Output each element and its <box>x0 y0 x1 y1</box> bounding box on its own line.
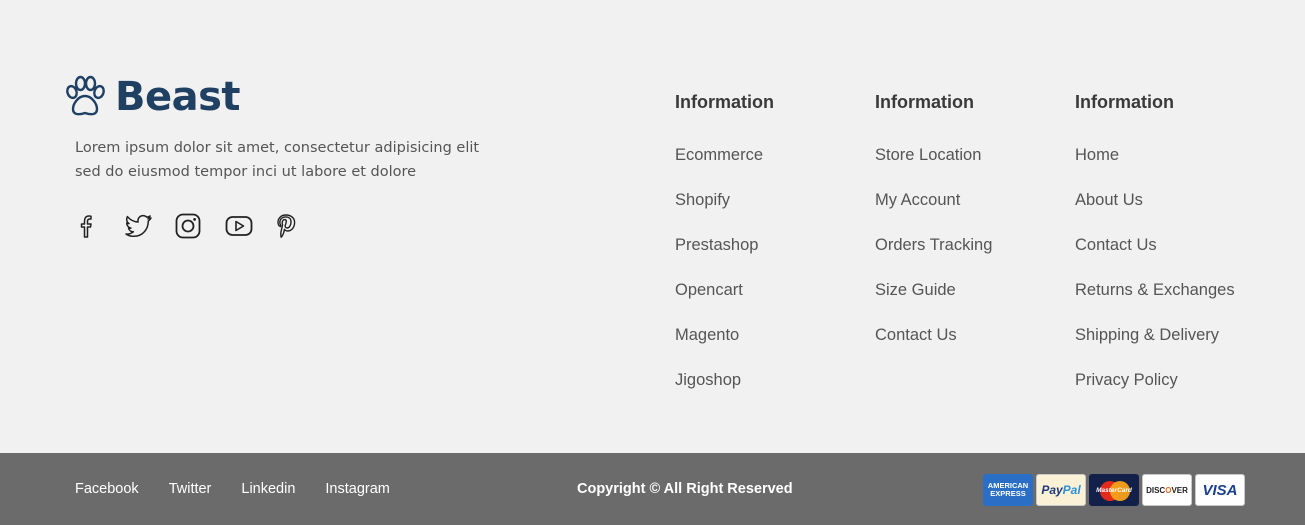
footer-link-shipping[interactable]: Shipping & Delivery <box>1075 324 1275 369</box>
column-title: Information <box>875 92 974 112</box>
footer-link-store-location[interactable]: Store Location <box>875 144 1075 189</box>
brand-name: Beast <box>115 74 241 120</box>
discover-card-icon: DISC O VER <box>1142 474 1192 506</box>
footer-main: Beast Lorem ipsum dolor sit amet, consec… <box>0 0 1305 453</box>
pinterest-icon[interactable] <box>275 210 325 242</box>
column-title: Information <box>675 92 774 112</box>
paypal-text-1: Pay <box>1041 483 1063 497</box>
footer-link-magento[interactable]: Magento <box>675 324 875 369</box>
amex-card-icon: AMERICAN EXPRESS <box>983 474 1033 506</box>
paw-icon <box>66 75 105 116</box>
footer-link-prestashop[interactable]: Prestashop <box>675 234 875 279</box>
youtube-icon[interactable] <box>225 210 275 242</box>
footer-link-privacy-policy[interactable]: Privacy Policy <box>1075 369 1275 414</box>
twitter-icon[interactable] <box>125 210 175 242</box>
amex-line2: EXPRESS <box>990 489 1026 498</box>
facebook-icon[interactable] <box>75 210 125 242</box>
brand-logo[interactable]: Beast <box>63 73 241 121</box>
column-links: Store Location My Account Orders Trackin… <box>875 144 1075 369</box>
footer-link-contact-us[interactable]: Contact Us <box>875 324 1075 369</box>
bottom-link-linkedin[interactable]: Linkedin <box>241 479 295 499</box>
visa-card-icon: VISA <box>1195 474 1245 506</box>
column-links: Ecommerce Shopify Prestashop Opencart Ma… <box>675 144 875 414</box>
footer-link-ecommerce[interactable]: Ecommerce <box>675 144 875 189</box>
discover-text-3: VER <box>1171 485 1188 495</box>
brand-tagline: Lorem ipsum dolor sit amet, consectetur … <box>75 140 480 180</box>
mastercard-text: MasterCard <box>1096 486 1132 494</box>
discover-text-1: DISC <box>1146 485 1166 495</box>
instagram-icon[interactable] <box>175 210 225 242</box>
footer-link-orders-tracking[interactable]: Orders Tracking <box>875 234 1075 279</box>
paypal-text-2: Pal <box>1062 483 1081 497</box>
footer-column-3: Information Home About Us Contact Us Ret… <box>1075 90 1275 414</box>
footer-link-contact-us[interactable]: Contact Us <box>1075 234 1275 279</box>
visa-text: VISA <box>1202 481 1238 499</box>
paypal-card-icon: Pay Pal <box>1036 474 1086 506</box>
footer-link-size-guide[interactable]: Size Guide <box>875 279 1075 324</box>
copyright-text: Copyright © All Right Reserved <box>577 481 793 497</box>
footer-link-returns[interactable]: Returns & Exchanges <box>1075 279 1275 324</box>
bottom-link-twitter[interactable]: Twitter <box>169 479 212 499</box>
mastercard-card-icon: MasterCard <box>1089 474 1139 506</box>
footer-link-jigoshop[interactable]: Jigoshop <box>675 369 875 414</box>
footer-column-1: Information Ecommerce Shopify Prestashop… <box>675 90 875 414</box>
bottom-link-facebook[interactable]: Facebook <box>75 479 139 499</box>
social-icons <box>75 210 325 242</box>
footer-link-opencart[interactable]: Opencart <box>675 279 875 324</box>
footer-link-shopify[interactable]: Shopify <box>675 189 875 234</box>
footer-column-2: Information Store Location My Account Or… <box>875 90 1075 369</box>
footer-link-about-us[interactable]: About Us <box>1075 189 1275 234</box>
bottom-social-links: Facebook Twitter Linkedin Instagram <box>75 479 420 499</box>
bottom-link-instagram[interactable]: Instagram <box>325 479 389 499</box>
column-links: Home About Us Contact Us Returns & Excha… <box>1075 144 1275 414</box>
column-title: Information <box>1075 92 1174 112</box>
footer-link-home[interactable]: Home <box>1075 144 1275 189</box>
payment-methods: AMERICAN EXPRESS Pay Pal MasterCard DISC O V… <box>983 474 1248 506</box>
footer-link-my-account[interactable]: My Account <box>875 189 1075 234</box>
